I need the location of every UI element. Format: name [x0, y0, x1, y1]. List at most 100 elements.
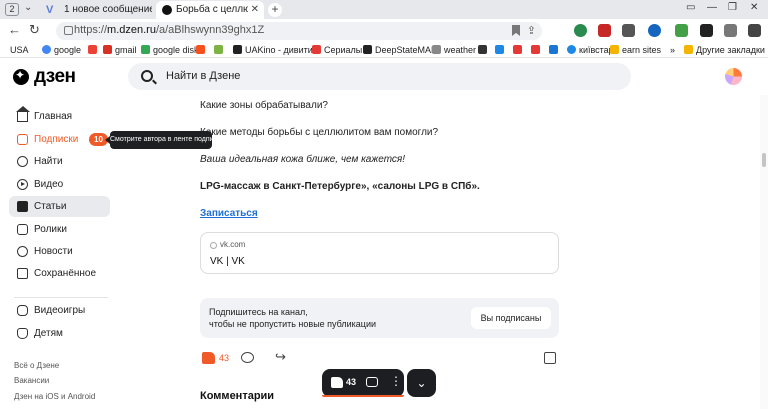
- lock-icon: [64, 26, 73, 35]
- sidebar-item-home[interactable]: Главная: [9, 106, 110, 127]
- like-icon[interactable]: [331, 377, 343, 388]
- bookmark-item[interactable]: USA: [10, 43, 29, 57]
- yandex-icon: [531, 45, 540, 54]
- chevron-right-icon: »: [670, 45, 676, 55]
- sidebar-item-label: Детям: [34, 328, 63, 339]
- site-icon: [495, 45, 504, 54]
- bookmark-item[interactable]: київстар: [567, 43, 614, 57]
- comment-icon[interactable]: [366, 377, 378, 387]
- bookmark-item[interactable]: [549, 43, 561, 57]
- close-icon[interactable]: ✕: [251, 1, 259, 19]
- dzen-logo-icon[interactable]: [13, 68, 29, 85]
- bookmark-item[interactable]: google disk: [141, 43, 199, 57]
- scroll-thumb[interactable]: [762, 153, 766, 167]
- weather-icon: [432, 45, 441, 54]
- footer-link-about[interactable]: Всё о Дзене: [14, 361, 59, 370]
- site-icon: [513, 45, 522, 54]
- sidebar-item-kids[interactable]: Детям: [9, 323, 110, 344]
- download-icon[interactable]: [675, 24, 688, 37]
- footer-link-apps[interactable]: Дзен на iOS и Android: [14, 392, 95, 401]
- link-preview-card[interactable]: vk.com VK | VK: [200, 232, 559, 274]
- minimize-icon[interactable]: —: [707, 2, 717, 13]
- sidebar-item-subscriptions[interactable]: Подписки 10: [9, 129, 110, 150]
- window-close-icon[interactable]: ✕: [750, 2, 758, 13]
- tab-article[interactable]: Борьба с целлюлит ✕: [156, 1, 264, 19]
- bookmark-item[interactable]: google: [42, 43, 81, 57]
- more-icon[interactable]: ⋮: [390, 374, 402, 388]
- bookmark-item[interactable]: [196, 43, 208, 57]
- link-favicon-icon: [210, 242, 217, 249]
- bookmark-item[interactable]: [513, 43, 525, 57]
- address-bar: ← ↻ https://m.dzen.ru/a/aBlhswynn39ghx1Z…: [0, 19, 768, 42]
- sidebar-item-saved[interactable]: Сохранённое: [9, 263, 110, 284]
- like-count: 43: [219, 353, 230, 363]
- extension-icon[interactable]: [574, 24, 587, 37]
- bookmark-item[interactable]: UAKino - дивитис: [233, 43, 317, 57]
- tab-label: 1 новое сообщение: [64, 4, 152, 15]
- scrollbar[interactable]: [760, 95, 768, 409]
- new-tab-button[interactable]: +: [268, 3, 282, 17]
- bookmark-item[interactable]: [531, 43, 543, 57]
- bookmark-item[interactable]: [88, 43, 100, 57]
- menu-icon[interactable]: [748, 24, 761, 37]
- games-icon: [17, 305, 28, 316]
- bookmark-item[interactable]: [495, 43, 507, 57]
- url-field[interactable]: https://m.dzen.ru/a/aBlhswynn39ghx1Z ⇪: [56, 22, 542, 40]
- avatar[interactable]: [725, 68, 742, 85]
- subscribed-button[interactable]: Вы подписаны: [471, 307, 551, 329]
- extension-icon[interactable]: [622, 24, 635, 37]
- signup-link[interactable]: Записаться: [200, 208, 258, 219]
- kids-icon: [17, 328, 28, 339]
- dislike-icon[interactable]: [544, 352, 556, 364]
- bookmark-item[interactable]: »: [670, 43, 675, 57]
- subscribe-text: Подпишитесь на канал,: [209, 307, 308, 317]
- tab-label: Борьба с целлюлит: [176, 4, 248, 15]
- sidebar-item-label: Видеоигры: [34, 305, 86, 316]
- share-icon[interactable]: ↪: [275, 349, 286, 365]
- maximize-icon[interactable]: ❐: [728, 2, 737, 13]
- reload-icon[interactable]: ↻: [29, 23, 40, 37]
- bookmark-item[interactable]: weather: [432, 43, 476, 57]
- series-icon: [312, 45, 321, 54]
- search-input[interactable]: Найти в Дзене: [128, 63, 631, 90]
- tab-counter[interactable]: 2: [5, 3, 19, 16]
- bookmark-item[interactable]: DeepStateMAP: [363, 43, 437, 57]
- extension-icon[interactable]: [598, 24, 611, 37]
- floating-action-bar: 43 ⋮: [322, 369, 404, 397]
- sidebar-item-video[interactable]: Видео: [9, 174, 110, 195]
- folder-icon: [610, 45, 619, 54]
- bookmark-item[interactable]: earn sites: [610, 43, 661, 57]
- sidebar-item-find[interactable]: Найти: [9, 151, 110, 172]
- sidebar-item-reels[interactable]: Ролики: [9, 219, 110, 240]
- bookmark-item[interactable]: Другие закладки: [684, 43, 765, 57]
- subscribe-panel: Подпишитесь на канал, чтобы не пропустит…: [200, 298, 559, 338]
- bookmark-item[interactable]: [214, 43, 226, 57]
- bookmark-item[interactable]: [478, 43, 490, 57]
- tab-messages[interactable]: V 1 новое сообщение: [44, 1, 152, 19]
- saved-icon: [17, 268, 28, 279]
- video-icon: [17, 179, 28, 190]
- bookmark-icon[interactable]: [512, 25, 520, 36]
- page-share-icon[interactable]: ⇪: [527, 24, 536, 37]
- sidebar-item-label: Сохранённое: [34, 268, 97, 279]
- back-icon[interactable]: ←: [8, 23, 21, 37]
- browser-tabstrip: 2 ⌄ V 1 новое сообщение Борьба с целлюли…: [0, 0, 768, 19]
- comment-icon[interactable]: [241, 352, 254, 363]
- extension-icon[interactable]: [648, 24, 661, 37]
- footer-link-jobs[interactable]: Вакансии: [14, 376, 49, 385]
- like-icon[interactable]: [202, 352, 215, 364]
- extension-icon[interactable]: [700, 24, 713, 37]
- bookmark-item[interactable]: gmail: [103, 43, 137, 57]
- sidebar-item-games[interactable]: Видеоигры: [9, 300, 110, 321]
- scroll-down-button[interactable]: ⌄: [407, 369, 436, 397]
- google-icon: [42, 45, 51, 54]
- dzen-logo[interactable]: дзен: [34, 66, 76, 88]
- sidebar-item-news[interactable]: Новости: [9, 241, 110, 262]
- chevron-down-icon[interactable]: ⌄: [24, 2, 32, 13]
- bookmark-tabs-icon[interactable]: ▭: [686, 2, 695, 13]
- sidebar-item-articles[interactable]: Статьи: [9, 196, 110, 217]
- puzzle-icon[interactable]: [724, 24, 737, 37]
- sidebar-item-label: Ролики: [34, 224, 67, 235]
- bookmark-item[interactable]: Сериалы: [312, 43, 362, 57]
- sidebar-item-label: Главная: [34, 111, 73, 122]
